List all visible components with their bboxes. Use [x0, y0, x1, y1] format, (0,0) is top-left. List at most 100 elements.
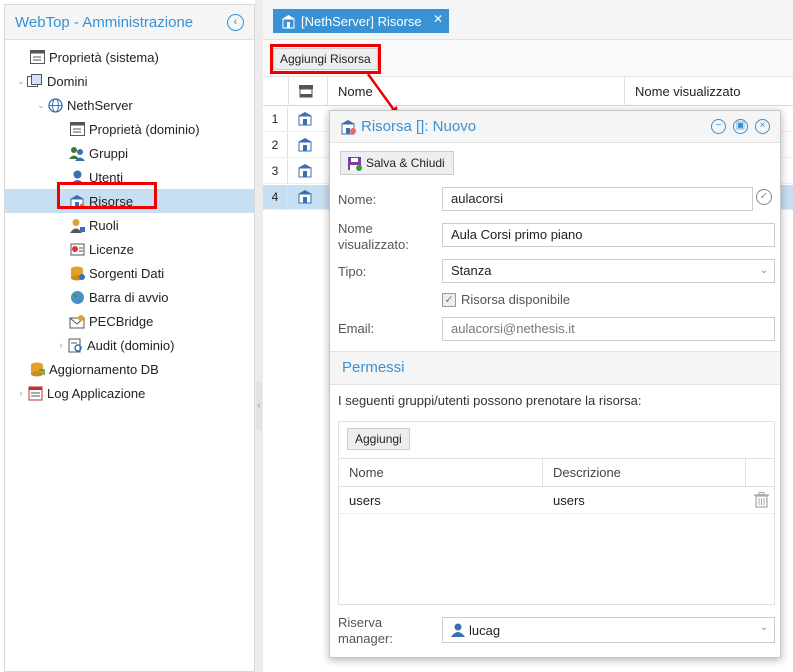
sidebar-header: WebTop - Amministrazione ‹ — [5, 5, 254, 40]
sidebar-item-label: Proprietà (dominio) — [89, 121, 200, 137]
sidebar-title: WebTop - Amministrazione — [15, 13, 194, 31]
sidebar-item-label: Aggiornamento DB — [49, 361, 159, 377]
store-icon — [298, 85, 314, 101]
save-close-label: Salva & Chiudi — [366, 156, 445, 170]
sidebar-item-nethserver[interactable]: ⌄ NethServer — [5, 93, 254, 117]
sidebar-item-audit[interactable]: › Audit (dominio) — [5, 333, 254, 357]
permissions-grid: Aggiungi Nome Descrizione users users — [338, 421, 775, 605]
user-icon — [451, 623, 465, 637]
manager-value: lucag — [469, 622, 501, 638]
chevron-down-icon[interactable]: ⌄ — [35, 100, 47, 111]
resource-icon — [340, 119, 357, 135]
sidebar-item-launcher[interactable]: Barra di avvio — [5, 285, 254, 309]
add-permission-button[interactable]: Aggiungi — [347, 428, 410, 450]
available-label: Risorsa disponibile — [461, 292, 571, 307]
sidebar-item-label: Audit (dominio) — [87, 337, 175, 353]
sidebar-item-label: Ruoli — [89, 217, 119, 233]
close-icon[interactable]: × — [755, 119, 770, 134]
available-checkbox[interactable]: ✓ — [442, 293, 456, 307]
permissions-description: I seguenti gruppi/utenti possono prenota… — [338, 393, 642, 408]
audit-icon — [67, 337, 83, 353]
email-label: Email: — [338, 321, 375, 336]
pec-icon — [69, 313, 85, 329]
row-number: 3 — [263, 159, 288, 184]
resource-icon — [297, 163, 313, 181]
resource-dialog: Risorsa []: Nuovo − ▣ × Salva & Chiudi N… — [329, 110, 781, 658]
maximize-icon[interactable]: ▣ — [733, 119, 748, 134]
sidebar-item-label: Gruppi — [89, 145, 129, 161]
splitter-handle[interactable]: ‹ — [256, 382, 262, 430]
tab-label: [NethServer] Risorse — [301, 13, 422, 29]
sidebar-item-label: PECBridge — [89, 313, 154, 329]
role-icon — [69, 217, 85, 233]
panel-splitter[interactable] — [255, 0, 263, 672]
type-select[interactable]: Stanza ⌄ — [442, 259, 775, 283]
permissions-grid-header: Nome Descrizione — [339, 458, 774, 487]
sidebar-item-system-properties[interactable]: Proprietà (sistema) — [5, 45, 254, 69]
chevron-down-icon[interactable]: ⌄ — [760, 260, 768, 282]
type-value: Stanza — [451, 263, 492, 278]
database-icon — [69, 265, 85, 281]
sidebar-item-db-update[interactable]: Aggiornamento DB — [5, 357, 254, 381]
sidebar-item-label: Proprietà (sistema) — [49, 49, 159, 65]
collapse-panel-icon[interactable]: ‹ — [227, 14, 244, 31]
sidebar-item-label: Sorgenti Dati — [89, 265, 165, 281]
manager-select[interactable]: lucag ⌄ — [442, 617, 775, 643]
sidebar-item-domain-properties[interactable]: Proprietà (dominio) — [5, 117, 254, 141]
row-number: 1 — [263, 107, 288, 132]
globe-icon — [47, 97, 63, 113]
dialog-header: Risorsa []: Nuovo − ▣ × — [330, 111, 780, 143]
sidebar-item-pecbridge[interactable]: PECBridge — [5, 309, 254, 333]
perm-name-cell: users — [349, 493, 381, 508]
resource-icon — [297, 137, 313, 155]
sidebar-item-groups[interactable]: Gruppi — [5, 141, 254, 165]
db-update-icon — [29, 361, 45, 377]
sidebar-item-label: Domini — [47, 73, 88, 89]
domains-icon — [27, 73, 43, 89]
sidebar-item-app-log[interactable]: › Log Applicazione — [5, 381, 254, 405]
perm-desc-cell: users — [553, 493, 585, 508]
name-field[interactable]: aulacorsi — [442, 187, 753, 211]
admin-sidebar: WebTop - Amministrazione ‹ Proprietà (si… — [4, 4, 255, 672]
chevron-down-icon[interactable]: ⌄ — [760, 622, 768, 633]
permissions-header: Permessi — [330, 351, 780, 385]
table-row[interactable]: users users — [339, 488, 774, 514]
highlight-resources — [57, 182, 157, 209]
chevron-right-icon[interactable]: › — [55, 340, 67, 350]
trash-icon[interactable] — [754, 492, 769, 511]
email-field[interactable]: aulacorsi@nethesis.it — [442, 317, 775, 341]
grid-header: Nome Nome visualizzato — [263, 77, 793, 106]
resource-icon — [281, 14, 296, 29]
check-circle-icon[interactable]: ✓ — [756, 189, 772, 205]
sidebar-item-licenses[interactable]: Licenze — [5, 237, 254, 261]
grid-icon-column[interactable] — [288, 77, 327, 106]
sidebar-item-label: NethServer — [67, 97, 133, 113]
license-icon — [69, 241, 85, 257]
sidebar-item-data-sources[interactable]: Sorgenti Dati — [5, 261, 254, 285]
perm-column-description[interactable]: Descrizione — [543, 459, 746, 487]
log-icon — [27, 385, 43, 401]
groups-icon — [69, 145, 85, 161]
row-number: 4 — [263, 185, 288, 210]
chevron-down-icon[interactable]: ⌄ — [15, 76, 27, 87]
save-icon — [347, 156, 362, 171]
display-name-field[interactable]: Aula Corsi primo piano — [442, 223, 775, 247]
save-close-button[interactable]: Salva & Chiudi — [340, 151, 454, 175]
resource-icon — [297, 189, 313, 207]
sidebar-item-roles[interactable]: Ruoli — [5, 213, 254, 237]
display-name-label: Nome visualizzato: — [338, 221, 409, 252]
chevron-right-icon[interactable]: › — [15, 388, 27, 398]
row-number: 2 — [263, 133, 288, 158]
close-icon[interactable]: ✕ — [433, 12, 443, 26]
sidebar-item-domains[interactable]: ⌄ Domini — [5, 69, 254, 93]
manager-label: Riserva manager: — [338, 615, 393, 646]
properties-icon — [69, 121, 85, 137]
perm-column-name[interactable]: Nome — [339, 459, 543, 487]
grid-column-display-name[interactable]: Nome visualizzato — [624, 77, 793, 106]
type-label: Tipo: — [338, 264, 367, 279]
dialog-title: Risorsa []: Nuovo — [361, 118, 477, 135]
properties-icon — [29, 49, 45, 65]
minimize-icon[interactable]: − — [711, 119, 726, 134]
tab-resources[interactable]: [NethServer] Risorse ✕ — [273, 9, 449, 33]
sidebar-item-label: Log Applicazione — [47, 385, 146, 401]
